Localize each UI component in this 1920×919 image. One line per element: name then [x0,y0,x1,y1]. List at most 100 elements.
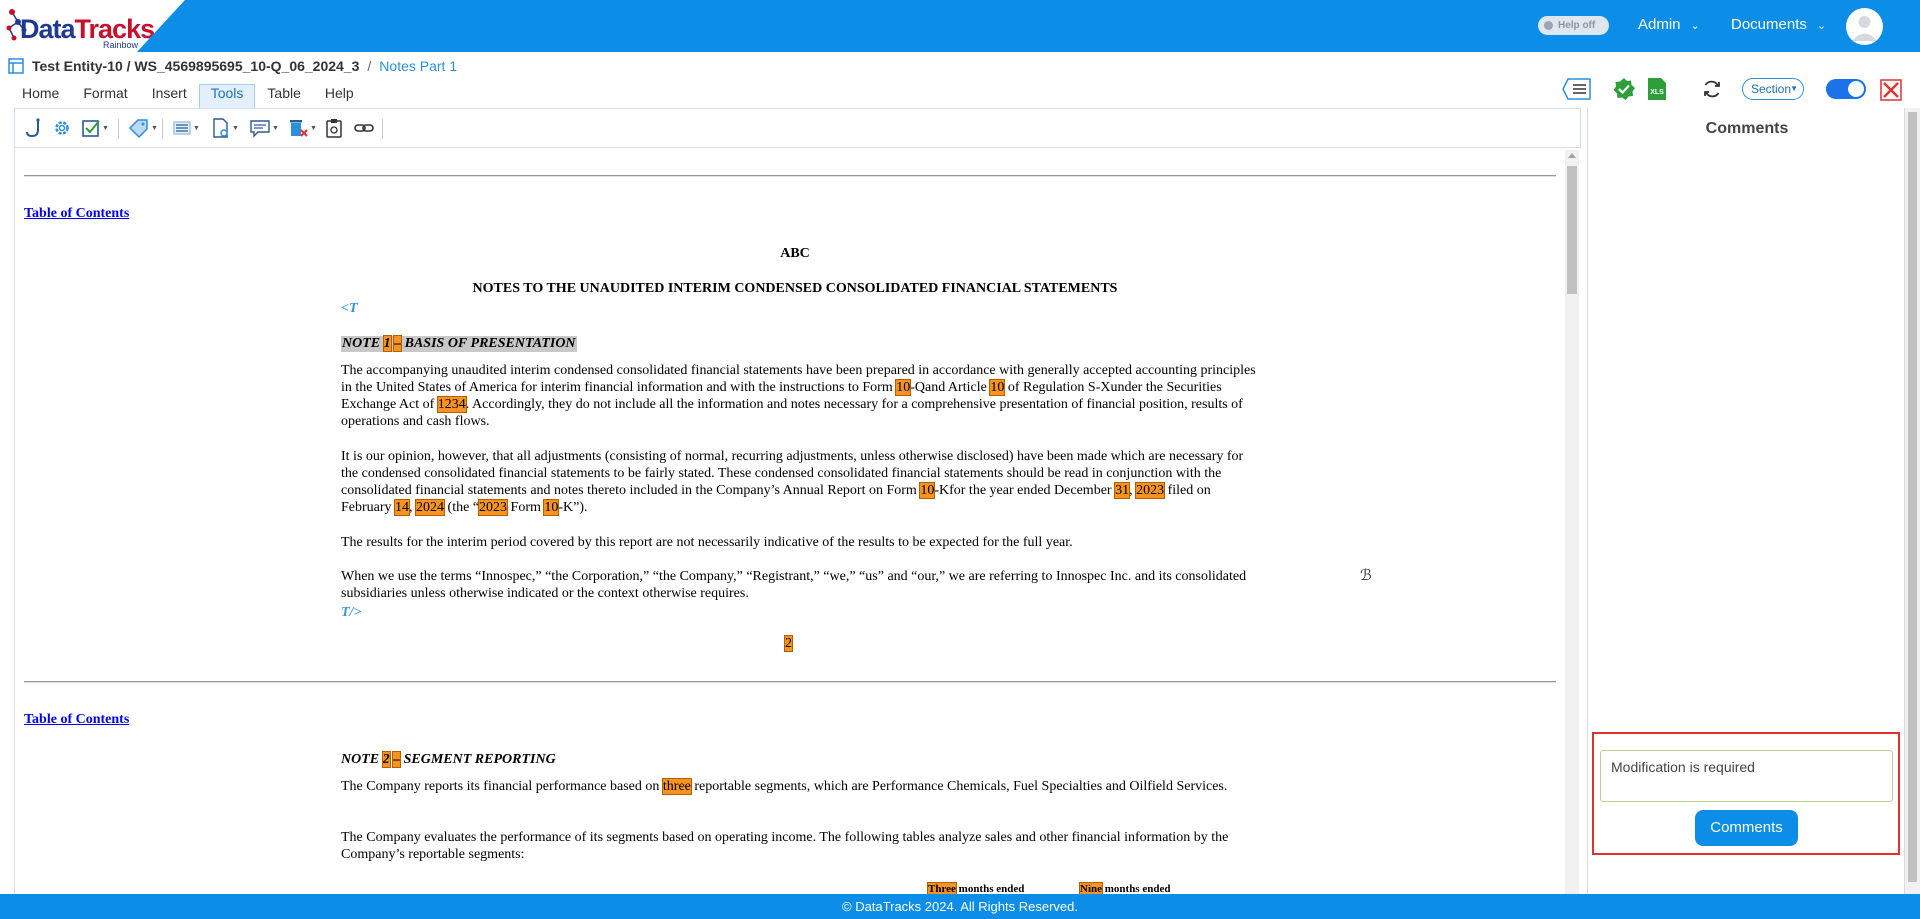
tab-tools[interactable]: Tools [198,84,256,108]
scrollbar-thumb[interactable] [1567,166,1577,294]
tab-insert[interactable]: Insert [140,84,199,108]
note-1-heading: NOTE 1 – BASIS OF PRESENTATION [341,335,577,352]
paragraph-tool-button[interactable]: ▼ [172,117,200,139]
view-toggle[interactable] [1826,79,1866,99]
top-bar: DataTracks Rainbow Help off Admin ⌄ Docum… [0,0,1920,52]
comment-input[interactable]: Modification is required [1600,750,1893,802]
toc-panel-icon[interactable] [1562,77,1592,101]
tab-format[interactable]: Format [71,84,139,108]
highlighted-token: 2023 [1135,482,1166,499]
checkbox-tool-button[interactable]: ▼ [81,117,109,139]
delete-bin-icon [290,120,308,137]
note-1-paragraph-3: The results for the interim period cover… [341,535,1073,550]
toolbar-divider [118,119,119,139]
documents-menu-label: Documents [1731,16,1807,33]
view-toggle-knob [1848,81,1864,97]
tag-close-marker[interactable]: T/> [341,605,361,621]
highlighted-token: 31 [1114,482,1131,499]
chain-link-icon[interactable] [354,117,374,139]
note-2-paragraph-1: The Company reports its financial perfor… [341,778,1228,795]
highlighted-token: 1 [382,335,392,352]
breadcrumb-current[interactable]: Notes Part 1 [379,58,457,74]
tab-table[interactable]: Table [255,84,312,108]
settings-gear-icon[interactable] [53,117,71,139]
breadcrumb-entity-path[interactable]: Test Entity-10 / WS_4569895695_10-Q_06_2… [32,58,359,74]
highlighted-token: Nine [1079,882,1103,894]
highlighted-token: three [661,778,692,795]
checkbox-check-icon [82,120,100,137]
tag-tool-button[interactable]: ▼ [128,117,158,139]
highlighted-token: 2 [784,635,793,652]
help-toggle-label: Help off [1558,20,1596,31]
chevron-down-icon: ⌄ [1816,20,1827,32]
note-1-paragraph-1: The accompanying unaudited interim conde… [341,363,1256,429]
comment-compose-box: Modification is required Comments [1592,732,1900,855]
chevron-down-icon: ▼ [1790,84,1798,93]
highlighted-token: 10 [989,379,1006,396]
page-break-line [24,175,1556,177]
note-2-heading: NOTE 2 – SEGMENT REPORTING [341,751,556,768]
documents-menu[interactable]: Documents ⌄ [1731,16,1826,33]
svg-text:XLS: XLS [1650,89,1664,96]
link-tool-icon[interactable] [24,117,42,139]
page-break-line [24,681,1556,683]
app-root: DataTracks Rainbow Help off Admin ⌄ Docum… [0,0,1920,919]
table-column-header: Three months ended [927,882,1025,894]
highlighted-token: Three [927,882,957,894]
highlighted-token: 10 [543,499,560,516]
help-toggle[interactable]: Help off [1538,16,1609,35]
logo-subtitle: Rainbow [103,40,139,50]
document-editor[interactable]: Table of Contents ABC NOTES TO THE UNAUD… [14,148,1581,894]
toc-link[interactable]: Table of Contents [24,712,129,728]
notes-main-title: NOTES TO THE UNAUDITED INTERIM CONDENSED… [472,281,1118,296]
delete-tool-button[interactable]: ▼ [287,117,317,139]
document-icon [8,58,24,74]
close-icon[interactable] [1880,78,1902,102]
section-select[interactable]: Section ▼ [1742,78,1804,100]
clipboard-icon[interactable] [324,117,344,139]
help-toggle-knob [1544,21,1553,30]
user-icon [1852,16,1877,41]
tab-home[interactable]: Home [10,84,71,108]
page-scrollbar[interactable] [1905,108,1920,894]
dropdown-arrow-icon: ▼ [272,124,279,132]
tag-icon [128,119,148,139]
logo[interactable]: DataTracks Rainbow [0,0,185,52]
comment-icon [250,120,270,138]
validate-check-icon[interactable] [1612,77,1636,101]
submit-comment-button[interactable]: Comments [1695,810,1798,846]
toolbar-divider [382,119,383,139]
text-cursor-icon: ℬ [1360,568,1372,585]
table-column-header: Nine months ended [1079,882,1171,894]
document-tool-button[interactable]: ▼ [211,117,239,139]
scrollbar-thumb[interactable] [1908,112,1917,882]
dropdown-arrow-icon: ▼ [193,124,200,132]
refresh-icon[interactable] [1702,77,1722,101]
tools-toolbar: ▼ ▼ ▼ ▼ ▼ ▼ [14,108,1581,148]
tag-open-marker[interactable]: <T [341,301,358,317]
highlighted-token: 14 [394,499,411,516]
note-1-paragraph-2: It is our opinion, however, that all adj… [341,449,1244,516]
note-1-paragraph-4: When we use the terms “Innospec,” “the C… [341,569,1247,601]
highlighted-token: 2 [381,751,391,768]
footer: © DataTracks 2024. All Rights Reserved. [0,894,1920,919]
toc-link[interactable]: Table of Contents [24,206,129,222]
document-gear-icon [213,118,228,138]
dropdown-arrow-icon: ▼ [232,124,239,132]
document-scrollbar[interactable] [1565,150,1579,894]
highlighted-token: 10 [895,379,912,396]
tab-help[interactable]: Help [313,84,366,108]
dropdown-arrow-icon: ▼ [151,124,158,132]
comments-title: Comments [1705,120,1789,137]
dropdown-arrow-icon: ▼ [310,124,317,132]
highlighted-token: 2024 [415,499,446,516]
admin-menu[interactable]: Admin ⌄ [1638,16,1700,33]
excel-export-icon[interactable]: XLS [1646,77,1668,101]
breadcrumb: Test Entity-10 / WS_4569895695_10-Q_06_2… [8,56,457,76]
scroll-up-icon[interactable] [1568,153,1576,158]
breadcrumb-separator: / [367,58,372,74]
ribbon-tabs: Home Format Insert Tools Table Help [10,84,366,108]
page-number: 2 [784,635,793,652]
user-avatar[interactable] [1846,8,1883,45]
comment-tool-button[interactable]: ▼ [249,117,279,139]
